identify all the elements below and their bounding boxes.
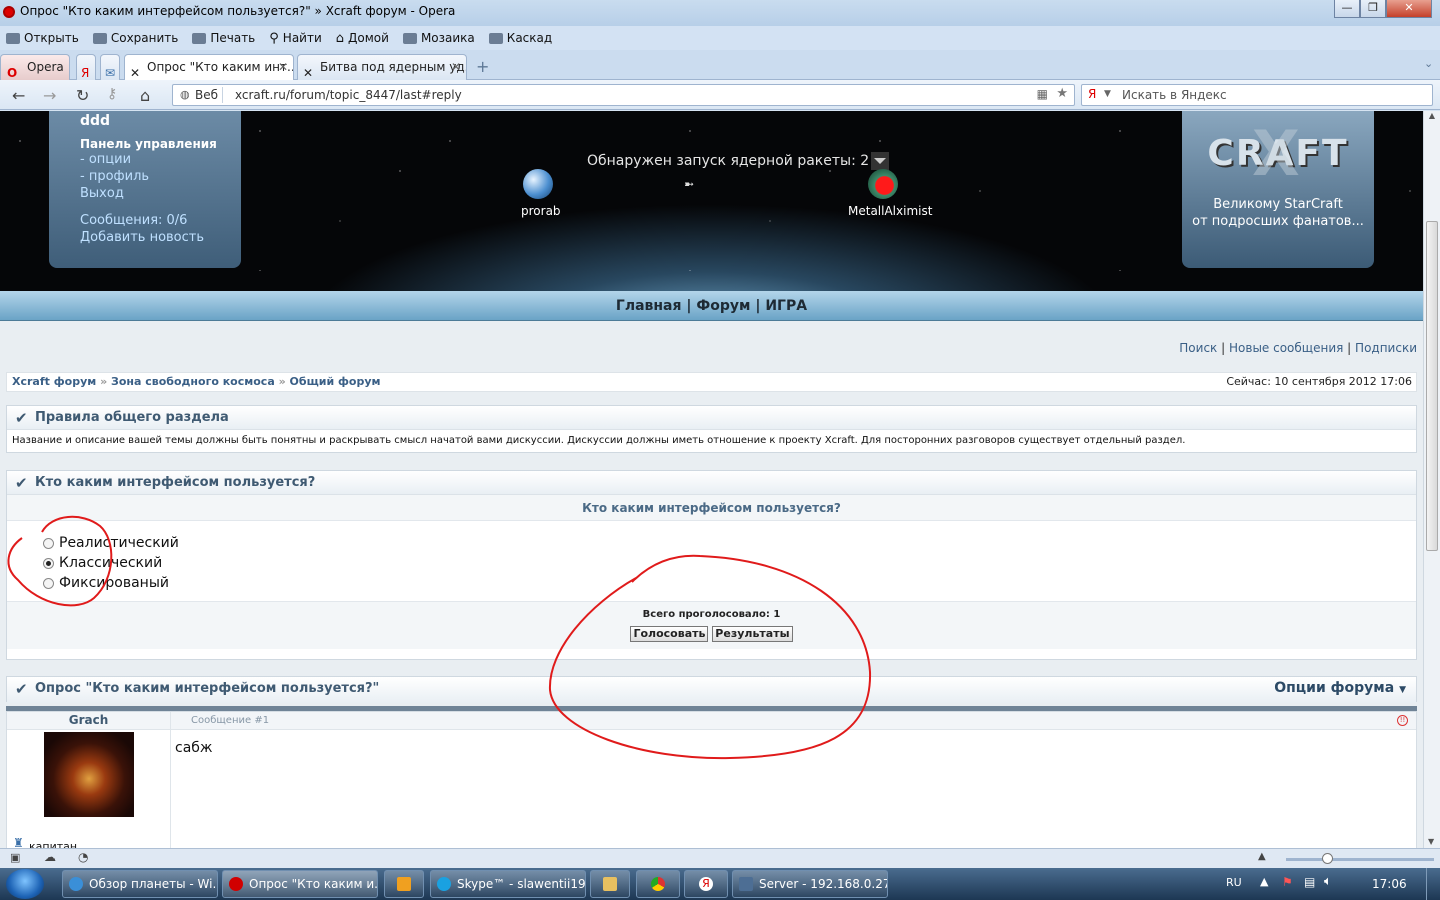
taskbar-item-explorer[interactable] <box>590 870 630 898</box>
page-scrollbar[interactable]: ▲ ▼ <box>1423 111 1440 848</box>
annotation-circle-vote <box>548 554 872 760</box>
volume-icon[interactable]: 🔈︎ <box>1324 874 1332 889</box>
tray-expand-icon[interactable]: ▲ <box>1260 875 1268 888</box>
annotation-circle-options <box>7 515 113 607</box>
panel-toggle-icon[interactable]: ▣ <box>10 851 20 864</box>
start-button[interactable] <box>6 869 44 899</box>
taskbar-item-server[interactable]: Server - 192.168.0.27 ... <box>732 870 888 898</box>
taskbar-item-planet[interactable]: Обзор планеты - Wi... <box>62 870 218 898</box>
speed-dial-icon[interactable]: ◔ <box>78 850 88 864</box>
browser-status-bar: ▣ ☁ ◔ ▲ <box>0 848 1440 868</box>
network-icon[interactable]: ▤ <box>1304 875 1315 889</box>
taskbar-item-yandex[interactable]: Я <box>684 870 728 898</box>
flag-icon[interactable]: ⚑ <box>1282 875 1293 889</box>
cloud-icon[interactable]: ☁ <box>44 850 56 864</box>
system-tray: RU ▲ ⚑ ▤ 🔈︎ 17:06 <box>1220 868 1440 900</box>
media-player-icon <box>397 877 411 891</box>
scroll-down-icon[interactable]: ▼ <box>1428 837 1434 846</box>
annotation-overlay <box>7 515 872 760</box>
scrollbar-thumb[interactable] <box>1426 221 1438 551</box>
zoom-slider[interactable] <box>1286 858 1434 861</box>
language-indicator[interactable]: RU <box>1226 876 1242 889</box>
zoom-slider-handle[interactable] <box>1322 853 1333 864</box>
windows-taskbar: Обзор планеты - Wi... Опрос "Кто каким и… <box>0 868 1440 900</box>
show-desktop-button[interactable] <box>1426 868 1440 900</box>
remote-desktop-icon <box>739 877 753 891</box>
taskbar-item-skype[interactable]: Skype™ - slawentii19... <box>430 870 586 898</box>
skype-icon <box>437 877 451 891</box>
chrome-icon <box>651 877 665 891</box>
taskbar-item-media[interactable] <box>384 870 424 898</box>
opera-icon <box>229 877 243 891</box>
clock[interactable]: 17:06 <box>1372 877 1407 891</box>
yandex-browser-icon: Я <box>699 877 713 891</box>
scroll-up-icon[interactable]: ▲ <box>1424 111 1440 120</box>
taskbar-item-opera[interactable]: Опрос "Кто каким и... <box>222 870 378 898</box>
folder-icon <box>603 877 617 891</box>
taskbar-item-chrome[interactable] <box>636 870 680 898</box>
view-icon[interactable]: ▲ <box>1258 851 1266 862</box>
ie-icon <box>69 877 83 891</box>
